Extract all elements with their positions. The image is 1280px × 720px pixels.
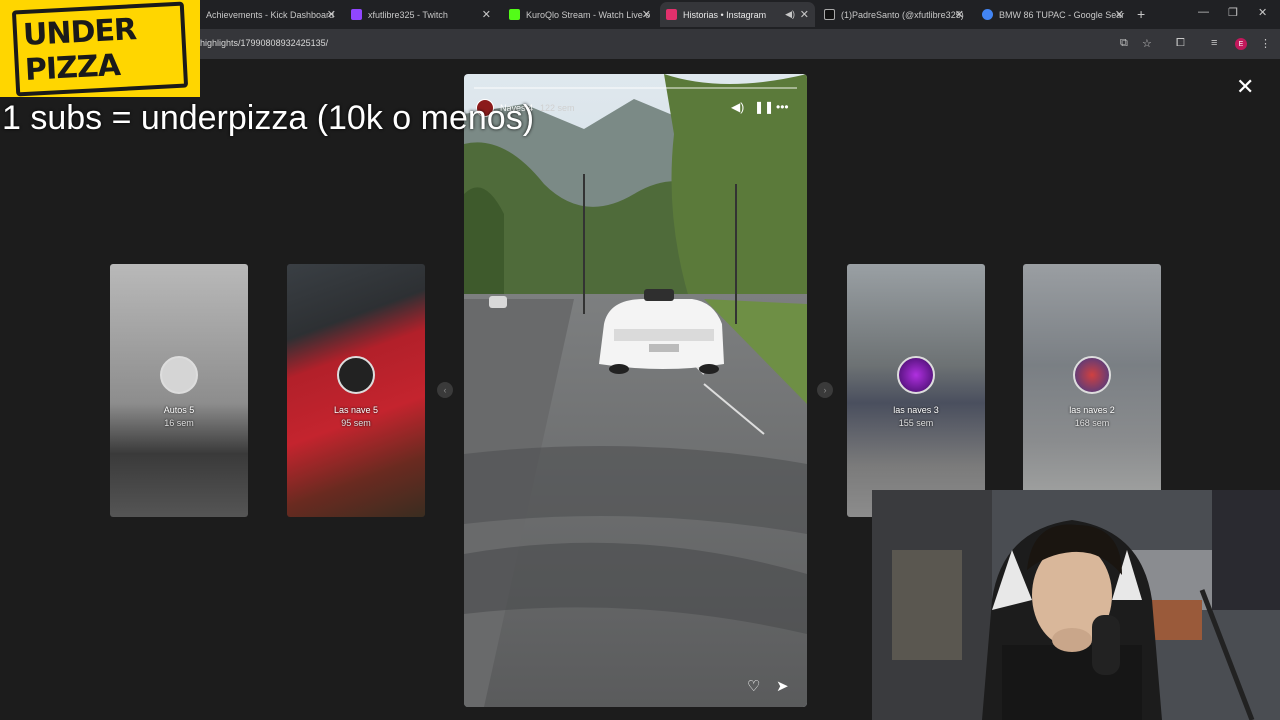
more-icon[interactable]: ••• — [776, 100, 789, 114]
media-controls-icon[interactable]: ≡ — [1211, 37, 1217, 49]
install-app-icon[interactable]: ⧉ — [1120, 37, 1128, 50]
url-field[interactable]: highlights/17990808932425135/ — [200, 38, 328, 48]
story-preview-las-nave-5[interactable]: Las nave 5 95 sem — [287, 264, 425, 517]
story-preview-las-naves-2[interactable]: las naves 2 168 sem — [1023, 264, 1161, 517]
speaker-icon[interactable]: ◀) — [731, 100, 744, 114]
tab-kick-stream[interactable]: KuroQlo Stream - Watch Live o ✕ — [503, 2, 657, 27]
minimize-icon[interactable]: — — [1198, 6, 1209, 18]
bookmark-star-icon[interactable]: ☆ — [1142, 37, 1152, 50]
story-time: 16 sem — [164, 418, 194, 428]
story-label: Las nave 5 — [333, 405, 379, 415]
story-viewer[interactable]: Naves 4 122 sem ◀) ❚❚ ••• ♡ ➤ — [464, 74, 807, 707]
twitch-icon — [351, 9, 362, 20]
close-tab-icon[interactable]: ✕ — [800, 8, 809, 21]
story-preview-las-naves-3[interactable]: las naves 3 155 sem — [847, 264, 985, 517]
close-tab-icon[interactable]: ✕ — [642, 8, 651, 21]
instagram-icon — [666, 9, 677, 20]
story-avatar — [337, 356, 375, 394]
close-tab-icon[interactable]: ✕ — [327, 8, 336, 21]
story-label: las naves 2 — [1069, 405, 1115, 415]
google-icon — [982, 9, 993, 20]
story-label: las naves 3 — [893, 405, 939, 415]
close-window-icon[interactable]: ✕ — [1258, 6, 1267, 19]
chevron-right-icon[interactable]: › — [817, 382, 833, 398]
tab-title: KuroQlo Stream - Watch Live o — [526, 9, 651, 20]
tab-google[interactable]: BMW 86 TUPAC - Google Sear ✕ — [976, 2, 1130, 27]
story-time: 155 sem — [898, 418, 934, 428]
tab-title: Achievements - Kick Dashboard — [206, 9, 335, 20]
story-preview-autos-5[interactable]: Autos 5 16 sem — [110, 264, 248, 517]
browser-window: Achievements - Kick Dashboard ✕ xfutlibr… — [0, 0, 1280, 720]
close-icon[interactable]: ✕ — [1236, 74, 1254, 100]
menu-dots-icon[interactable]: ⋮ — [1260, 37, 1271, 50]
tab-title: Historias • Instagram — [683, 9, 767, 20]
extensions-icon[interactable]: ⧠ — [1176, 37, 1185, 50]
profile-avatar[interactable]: E — [1235, 38, 1247, 50]
story-time: 122 sem — [540, 103, 575, 113]
tab-kick-dashboard[interactable]: Achievements - Kick Dashboard ✕ — [200, 2, 342, 27]
heart-icon[interactable]: ♡ — [747, 677, 760, 695]
logo-mark: UNDER PIZZA — [11, 1, 189, 97]
tab-title: xfutlibre325 - Twitch — [368, 9, 448, 20]
send-icon[interactable]: ➤ — [776, 677, 789, 695]
tab-tiktok[interactable]: (1)PadreSanto (@xfutlibre325) ✕ — [818, 2, 970, 27]
story-avatar — [897, 356, 935, 394]
kick-icon — [509, 9, 520, 20]
story-image — [464, 74, 807, 707]
close-tab-icon[interactable]: ✕ — [955, 8, 964, 21]
story-avatar — [1073, 356, 1111, 394]
tab-instagram[interactable]: Historias • Instagram ◀) ✕ — [660, 2, 815, 27]
pause-icon[interactable]: ❚❚ — [754, 100, 774, 114]
story-avatar — [160, 356, 198, 394]
close-tab-icon[interactable]: ✕ — [1115, 8, 1124, 21]
restore-icon[interactable]: ❐ — [1228, 6, 1238, 19]
logo-text: UNDER PIZZA — [11, 1, 189, 97]
speaker-icon[interactable]: ◀) — [785, 9, 795, 20]
new-tab-icon[interactable]: + — [1137, 6, 1145, 22]
tab-twitch[interactable]: xfutlibre325 - Twitch ✕ — [345, 2, 497, 27]
underpizza-logo: UNDER PIZZA — [0, 0, 200, 97]
chevron-left-icon[interactable]: ‹ — [437, 382, 453, 398]
close-tab-icon[interactable]: ✕ — [482, 8, 491, 21]
webcam-overlay — [872, 490, 1280, 720]
tiktok-icon — [824, 9, 835, 20]
tab-title: (1)PadreSanto (@xfutlibre325) — [841, 9, 964, 20]
story-time: 95 sem — [341, 418, 371, 428]
story-label: Autos 5 — [163, 405, 195, 415]
webcam-image — [872, 490, 1280, 720]
tab-title: BMW 86 TUPAC - Google Sear — [999, 9, 1125, 20]
story-time: 168 sem — [1074, 418, 1110, 428]
story-progress-bar — [474, 87, 797, 89]
stream-caption: 1 subs = underpizza (10k o menos) — [2, 99, 535, 137]
